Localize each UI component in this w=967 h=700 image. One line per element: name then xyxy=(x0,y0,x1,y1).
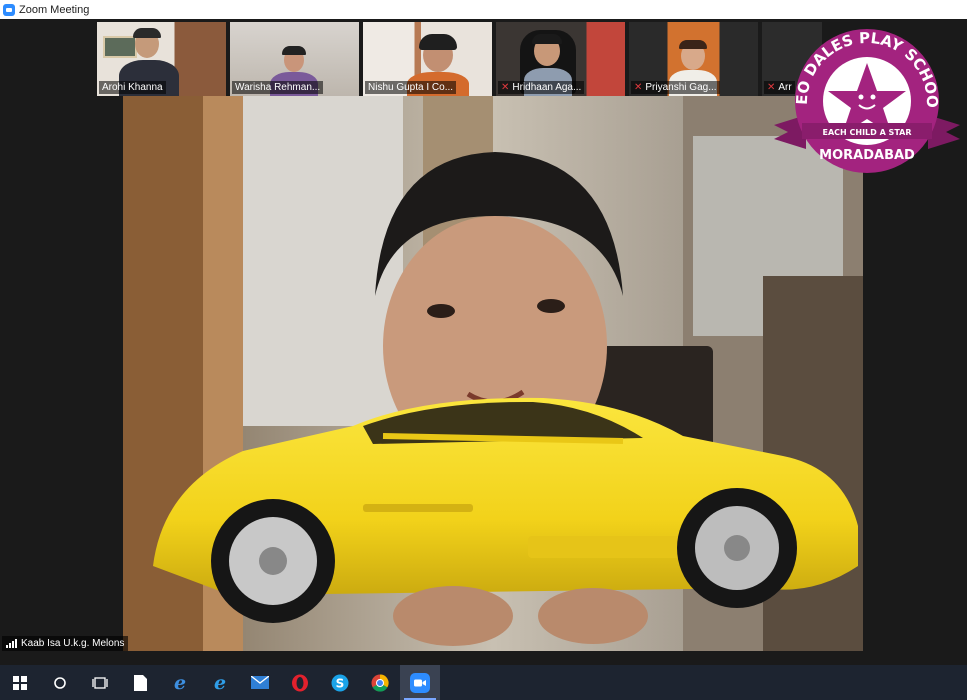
participant-strip: Arohi Khanna Warisha Rehman... Nishu Gup… xyxy=(97,22,822,96)
participant-name: Warisha Rehman... xyxy=(232,81,324,94)
task-view-icon[interactable] xyxy=(80,665,120,700)
active-speaker-label: Kaab Isa U.k.g. Melons xyxy=(2,636,129,651)
participant-name: ✕ Priyanshi Gag... xyxy=(631,81,720,94)
participant-tile[interactable]: Warisha Rehman... xyxy=(230,22,359,96)
participant-name: Nishu Gupta I Co... xyxy=(365,81,457,94)
search-icon[interactable] xyxy=(40,665,80,700)
participant-tile[interactable]: Arohi Khanna xyxy=(97,22,226,96)
edge-icon[interactable]: e xyxy=(200,665,240,700)
edge-legacy-icon[interactable]: e xyxy=(160,665,200,700)
mail-icon[interactable] xyxy=(240,665,280,700)
window-title-bar: Zoom Meeting xyxy=(0,0,967,19)
zoom-icon[interactable] xyxy=(400,665,440,700)
windows-start-icon[interactable] xyxy=(0,665,40,700)
school-tagline: EACH CHILD A STAR xyxy=(823,128,912,137)
speaker-video-frame xyxy=(123,96,863,651)
participant-name: Arohi Khanna xyxy=(99,81,166,94)
active-speaker-name: Kaab Isa U.k.g. Melons xyxy=(21,638,125,649)
connection-signal-icon xyxy=(6,639,17,648)
file-icon[interactable] xyxy=(120,665,160,700)
mic-muted-icon: ✕ xyxy=(634,82,643,93)
school-city: MORADABAD xyxy=(819,148,915,163)
meeting-stage: Arohi Khanna Warisha Rehman... Nishu Gup… xyxy=(0,19,967,665)
svg-text:e: e xyxy=(214,674,226,692)
svg-text:e: e xyxy=(174,674,186,692)
participant-tile[interactable]: ✕ Hridhaan Aga... xyxy=(496,22,625,96)
school-badge-logo: NEO DALES PLAY SCHOOL EACH CHILD A STAR … xyxy=(772,23,960,173)
chrome-icon[interactable] xyxy=(360,665,400,700)
mic-muted-icon: ✕ xyxy=(501,82,510,93)
participant-name: ✕ Hridhaan Aga... xyxy=(498,81,585,94)
zoom-app-icon xyxy=(3,3,15,16)
participant-tile[interactable]: ✕ Priyanshi Gag... xyxy=(629,22,758,96)
svg-text:S: S xyxy=(336,676,345,690)
participant-tile[interactable]: Nishu Gupta I Co... xyxy=(363,22,492,96)
skype-icon[interactable]: S xyxy=(320,665,360,700)
window-title: Zoom Meeting xyxy=(19,3,90,16)
windows-taskbar: e e S xyxy=(0,665,967,700)
opera-icon[interactable] xyxy=(280,665,320,700)
active-speaker-video[interactable] xyxy=(123,96,863,651)
